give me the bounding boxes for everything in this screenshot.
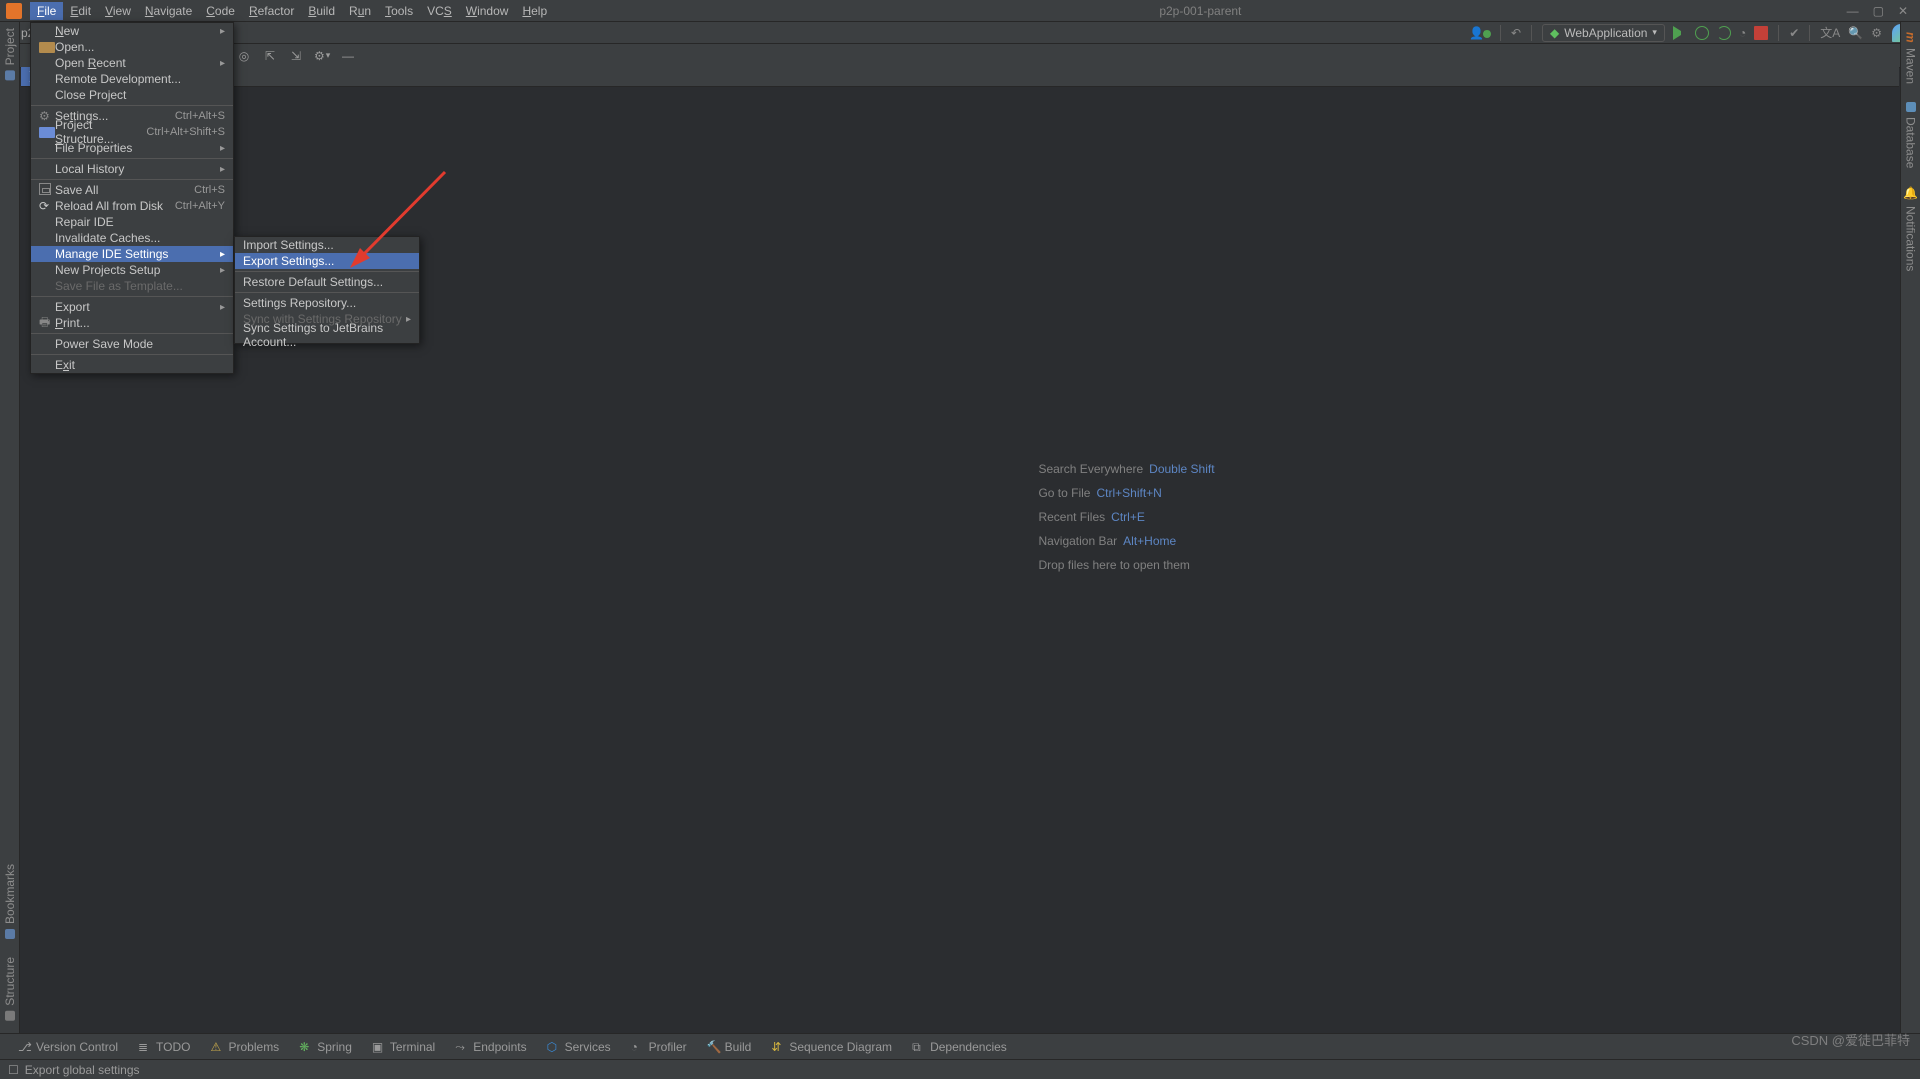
sm-settings-repo[interactable]: Settings Repository... (235, 295, 419, 311)
right-stripe: mMaven Database 🔔Notifications (1900, 22, 1920, 1033)
mi-manage-ide-settings[interactable]: Manage IDE Settings▸ (31, 246, 233, 262)
git-update-icon[interactable]: ✔ (1789, 26, 1799, 40)
search-icon[interactable]: 🔍 (1848, 26, 1863, 40)
sm-export-settings[interactable]: Export Settings... (235, 253, 419, 269)
run-config-label: WebApplication (1564, 26, 1647, 40)
mi-save-all[interactable]: Save AllCtrl+S (31, 182, 233, 198)
run-icon[interactable] (1673, 26, 1687, 40)
sm-import-settings[interactable]: Import Settings... (235, 237, 419, 253)
tw-profiler[interactable]: ◔Profiler (631, 1040, 687, 1054)
mi-new[interactable]: New▸ (31, 23, 233, 39)
editor-empty: Search EverywhereDouble Shift Go to File… (354, 88, 1899, 1033)
mi-exit[interactable]: Exit (31, 357, 233, 373)
mi-export[interactable]: Export▸ (31, 299, 233, 315)
watermark: CSDN @爱徒巴菲特 (1791, 1030, 1910, 1049)
navbar: p2 👤▾ ↶ ◆ WebApplication ▾ ◔ ✔ 文A 🔍 ⚙ (0, 22, 1920, 44)
tw-todo[interactable]: ≣TODO (138, 1040, 190, 1054)
debug-icon[interactable] (1695, 26, 1709, 40)
mi-local-history[interactable]: Local History▸ (31, 161, 233, 177)
tw-version-control[interactable]: ⎇Version Control (18, 1040, 118, 1054)
mi-project-structure[interactable]: Project Structure...Ctrl+Alt+Shift+S (31, 124, 233, 140)
mi-power-save[interactable]: Power Save Mode (31, 336, 233, 352)
menu-view[interactable]: View (98, 2, 138, 20)
hint-recent-files: Recent FilesCtrl+E (1038, 510, 1214, 524)
tw-dependencies[interactable]: ⧉Dependencies (912, 1040, 1007, 1054)
hint-drop-files: Drop files here to open them (1038, 558, 1214, 572)
maximize-icon[interactable]: ▢ (1873, 4, 1884, 18)
menu-run[interactable]: Run (342, 2, 378, 20)
hint-go-to-file: Go to FileCtrl+Shift+N (1038, 486, 1214, 500)
locale-icon[interactable]: 文A (1820, 24, 1840, 41)
hint-search-everywhere: Search EverywhereDouble Shift (1038, 462, 1214, 476)
mi-print[interactable]: 🖶Print... (31, 315, 233, 331)
mi-open-recent[interactable]: Open Recent▸ (31, 55, 233, 71)
status-bar: ☐ Export global settings (0, 1059, 1920, 1079)
mi-close-project[interactable]: Close Project (31, 87, 233, 103)
hint-nav-bar: Navigation BarAlt+Home (1038, 534, 1214, 548)
mi-reload-disk[interactable]: ⟳Reload All from DiskCtrl+Alt+Y (31, 198, 233, 214)
tw-build[interactable]: 🔨Build (707, 1040, 752, 1054)
mi-new-projects-setup[interactable]: New Projects Setup▸ (31, 262, 233, 278)
editor-breadcrumb: 〉 001-parent (21, 67, 1899, 87)
tw-spring[interactable]: ❋Spring (299, 1040, 352, 1054)
close-icon[interactable]: ✕ (1898, 4, 1908, 18)
menu-refactor[interactable]: Refactor (242, 2, 301, 20)
run-coverage-icon[interactable] (1717, 26, 1731, 40)
project-toolbar: ◎ ⇱ ⇲ ⚙ ▾ — (0, 44, 1920, 68)
tw-problems[interactable]: ⚠Problems (211, 1040, 280, 1054)
chevron-down-icon: ▾ (1652, 27, 1657, 38)
left-stripe: Project Bookmarks Structure (0, 22, 20, 1033)
stop-icon[interactable] (1754, 26, 1768, 40)
account-icon[interactable]: 👤▾ (1469, 26, 1490, 40)
minimize-icon[interactable]: — (1847, 4, 1859, 18)
sm-restore-default[interactable]: Restore Default Settings... (235, 274, 419, 290)
menu-navigate[interactable]: Navigate (138, 2, 199, 20)
tw-database[interactable]: Database (1904, 102, 1918, 168)
menu-edit[interactable]: Edit (63, 2, 98, 20)
menu-vcs[interactable]: VCS (420, 2, 459, 20)
tw-endpoints[interactable]: ⤳Endpoints (455, 1040, 526, 1054)
mi-remote-dev[interactable]: Remote Development... (31, 71, 233, 87)
menu-help[interactable]: Help (515, 2, 554, 20)
target-icon[interactable]: ◎ (236, 49, 252, 63)
menu-tools[interactable]: Tools (378, 2, 420, 20)
tw-sequence[interactable]: ⇵Sequence Diagram (771, 1040, 892, 1054)
collapse-icon[interactable]: ⇲ (288, 49, 304, 63)
tool-window-quick-icon[interactable]: ☐ (8, 1063, 19, 1077)
mi-open[interactable]: Open... (31, 39, 233, 55)
menu-code[interactable]: Code (199, 2, 242, 20)
menu-bar: File Edit View Navigate Code Refactor Bu… (0, 0, 1920, 22)
menu-build[interactable]: Build (301, 2, 342, 20)
mi-invalidate-caches[interactable]: Invalidate Caches... (31, 230, 233, 246)
options-icon[interactable]: ⚙ ▾ (314, 49, 330, 63)
expand-icon[interactable]: ⇱ (262, 49, 278, 63)
sm-sync-jetbrains[interactable]: Sync Settings to JetBrains Account... (235, 327, 419, 343)
file-dropdown: New▸ Open... Open Recent▸ Remote Develop… (30, 22, 234, 374)
app-icon (6, 3, 22, 19)
project-title: p2p-001-parent (554, 4, 1846, 18)
tw-services[interactable]: ⬡Services (547, 1040, 611, 1054)
hide-icon[interactable]: — (340, 49, 356, 63)
status-message: Export global settings (25, 1063, 140, 1077)
menu-file[interactable]: File (30, 2, 63, 20)
settings-icon[interactable]: ⚙ (1871, 26, 1882, 40)
tw-bookmarks[interactable]: Bookmarks (3, 864, 17, 939)
menu-window[interactable]: Window (459, 2, 516, 20)
bottom-stripe: ⎇Version Control ≣TODO ⚠Problems ❋Spring… (0, 1033, 1920, 1059)
tw-structure[interactable]: Structure (3, 957, 17, 1021)
profile-icon[interactable]: ◔ (1739, 26, 1746, 40)
mi-save-as-template: Save File as Template... (31, 278, 233, 294)
mi-file-properties[interactable]: File Properties▸ (31, 140, 233, 156)
manage-ide-submenu: Import Settings... Export Settings... Re… (234, 236, 420, 344)
tw-project[interactable]: Project (3, 28, 17, 80)
tw-notifications[interactable]: 🔔Notifications (1904, 186, 1918, 271)
mi-repair-ide[interactable]: Repair IDE (31, 214, 233, 230)
tw-terminal[interactable]: ▣Terminal (372, 1040, 435, 1054)
tw-maven[interactable]: mMaven (1904, 32, 1918, 84)
back-icon[interactable]: ↶ (1511, 26, 1521, 40)
run-configuration[interactable]: ◆ WebApplication ▾ (1542, 24, 1665, 42)
